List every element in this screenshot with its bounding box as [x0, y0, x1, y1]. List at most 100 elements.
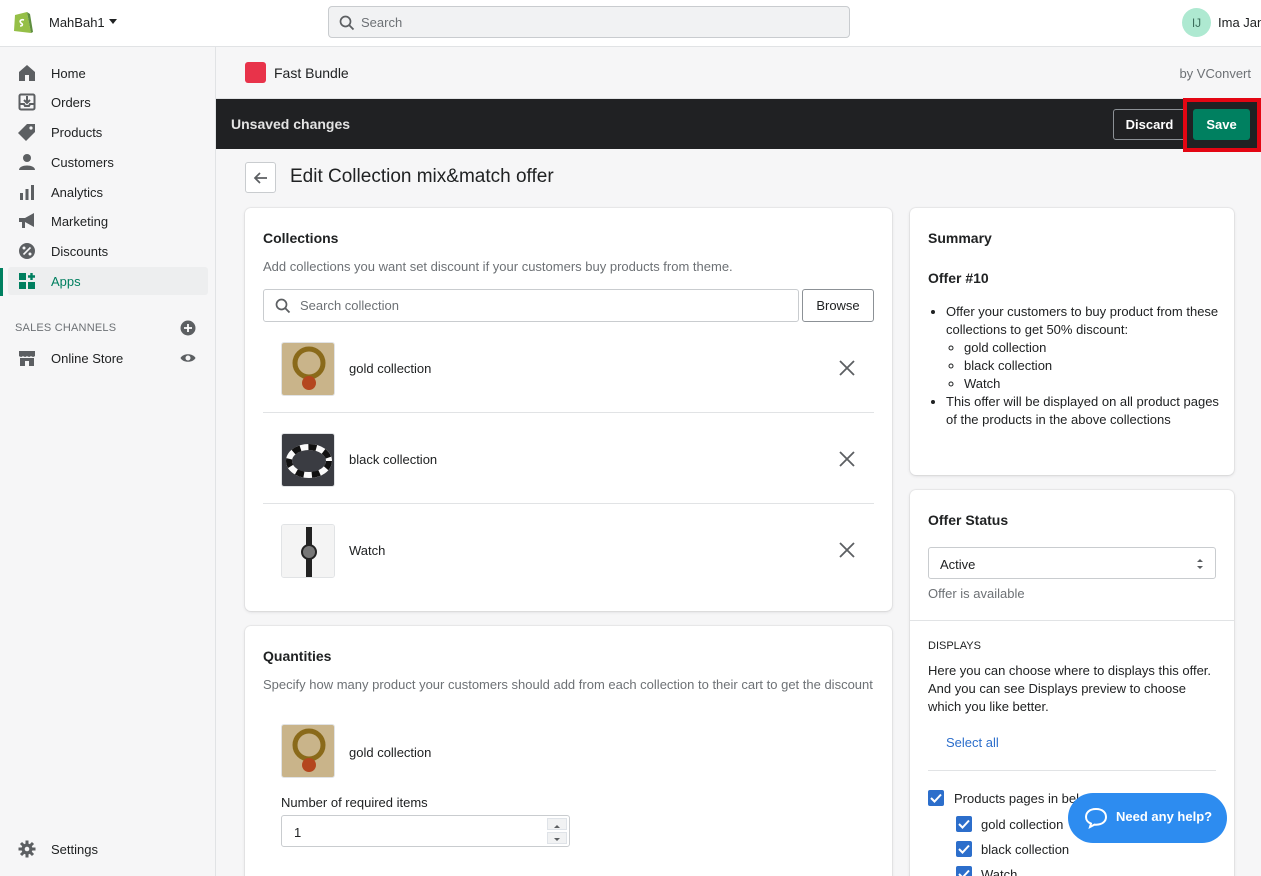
checkmark-icon: [958, 869, 970, 876]
app-header: Fast Bundle by VConvert: [216, 47, 1261, 99]
card-subtitle: Specify how many product your customers …: [263, 677, 873, 692]
app-name: Fast Bundle: [274, 65, 349, 81]
back-button[interactable]: [245, 162, 276, 193]
browse-button[interactable]: Browse: [802, 289, 874, 322]
avatar[interactable]: IJ: [1182, 8, 1211, 37]
collection-name: Watch: [349, 543, 386, 558]
tag-icon: [18, 124, 35, 141]
sidebar-item-products[interactable]: Products: [8, 118, 208, 146]
sidebar-item-orders[interactable]: Orders: [8, 88, 208, 116]
save-button[interactable]: Save: [1193, 109, 1250, 140]
sidebar-item-label: Discounts: [51, 244, 109, 259]
search-input[interactable]: [361, 7, 841, 37]
fast-bundle-logo-icon: [245, 62, 266, 83]
store-name[interactable]: MahBah1: [49, 15, 105, 30]
sidebar-item-label: Customers: [51, 155, 114, 170]
discount-icon: [19, 243, 35, 259]
active-indicator: [0, 268, 3, 296]
bar-chart-icon: [20, 185, 34, 200]
product-pages-label: Products pages in belo: [954, 791, 1087, 806]
close-icon: [839, 451, 855, 467]
required-items-input[interactable]: 1: [281, 815, 570, 847]
sidebar-item-label: Orders: [51, 95, 91, 110]
collection-name: black collection: [349, 452, 438, 467]
sidebar-item-label: Home: [51, 66, 86, 81]
megaphone-icon: [19, 213, 34, 228]
top-bar: MahBah1 IJ Ima Jan: [0, 0, 1261, 47]
sidebar-item-settings[interactable]: Settings: [8, 835, 208, 863]
card-title: Collections: [263, 230, 339, 246]
close-icon: [839, 542, 855, 558]
product-pages-checkbox[interactable]: [928, 790, 944, 806]
status-help-text: Offer is available: [928, 586, 1025, 601]
quantities-card: Quantities Specify how many product your…: [245, 626, 892, 876]
card-subtitle: Add collections you want set discount if…: [263, 259, 733, 274]
chevron-down-icon[interactable]: [109, 19, 117, 24]
displays-heading: DISPLAYS: [928, 640, 981, 652]
person-icon: [19, 154, 35, 170]
status-select[interactable]: Active: [928, 547, 1216, 579]
sidebar-item-home[interactable]: Home: [8, 59, 208, 87]
eye-icon[interactable]: [180, 350, 196, 366]
sales-channels-heading: SALES CHANNELS: [15, 322, 117, 334]
card-title: Summary: [928, 230, 992, 246]
required-items-label: Number of required items: [281, 795, 428, 810]
close-icon: [839, 360, 855, 376]
sidebar-item-apps[interactable]: Apps: [8, 267, 208, 295]
apps-icon: [19, 273, 35, 289]
collection-name: gold collection: [349, 745, 432, 760]
search-icon: [339, 15, 355, 31]
sidebar-item-marketing[interactable]: Marketing: [8, 207, 208, 235]
summary-sub-item: gold collection: [964, 339, 1221, 357]
add-channel-icon[interactable]: [180, 320, 196, 336]
arrow-left-icon: [253, 172, 267, 184]
remove-collection-button[interactable]: [837, 449, 857, 469]
decrement-button[interactable]: [547, 832, 567, 844]
collections-card: Collections Add collections you want set…: [245, 208, 892, 611]
caret-up-icon: [554, 825, 560, 828]
collection-checkbox[interactable]: [956, 841, 972, 857]
sidebar-item-discounts[interactable]: Discounts: [8, 237, 208, 265]
sidebar-item-label: Online Store: [51, 351, 124, 366]
sidebar-item-label: Marketing: [51, 214, 109, 229]
increment-button[interactable]: [547, 818, 567, 830]
global-search[interactable]: [328, 6, 850, 38]
shopify-logo-icon[interactable]: [12, 9, 34, 35]
summary-sub-item: Watch: [964, 375, 1221, 393]
sidebar-item-label: Analytics: [51, 185, 104, 200]
sidebar: Home Orders Products Customers Analytics…: [0, 47, 216, 876]
sidebar-item-label: Apps: [51, 274, 81, 289]
gear-icon: [18, 840, 36, 858]
select-all-link[interactable]: Select all: [946, 735, 999, 750]
sidebar-item-customers[interactable]: Customers: [8, 148, 208, 176]
list-item: Watch: [263, 504, 874, 595]
list-item: gold collection: [263, 322, 874, 413]
sidebar-item-analytics[interactable]: Analytics: [8, 178, 208, 206]
divider: [928, 770, 1216, 771]
sidebar-item-label: Settings: [51, 842, 98, 857]
checkmark-icon: [930, 793, 942, 803]
unsaved-changes-message: Unsaved changes: [231, 116, 351, 132]
summary-sub-item: black collection: [964, 357, 1221, 375]
collection-thumbnail: [281, 524, 335, 578]
collection-checkbox[interactable]: [956, 866, 972, 876]
user-name[interactable]: Ima Jan: [1218, 15, 1261, 30]
sidebar-item-online-store[interactable]: Online Store: [8, 344, 208, 372]
collection-checkbox-label: Watch: [981, 867, 1018, 876]
status-select-value: Active: [940, 557, 976, 572]
chat-bubble-icon: [1084, 807, 1108, 829]
summary-text: This offer will be displayed on all prod…: [946, 394, 1219, 427]
orders-icon: [18, 93, 36, 111]
home-icon: [19, 65, 35, 81]
collection-search[interactable]: [263, 289, 799, 322]
collection-thumbnail: [281, 724, 335, 778]
collection-thumbnail: [281, 433, 335, 487]
collection-checkbox[interactable]: [956, 816, 972, 832]
summary-bullet: Offer your customers to buy product from…: [946, 303, 1221, 393]
remove-collection-button[interactable]: [837, 358, 857, 378]
remove-collection-button[interactable]: [837, 540, 857, 560]
discard-button[interactable]: Discard: [1113, 109, 1186, 140]
collection-search-input[interactable]: [300, 290, 790, 321]
collection-thumbnail: [281, 342, 335, 396]
help-chat-button[interactable]: Need any help?: [1068, 793, 1227, 843]
